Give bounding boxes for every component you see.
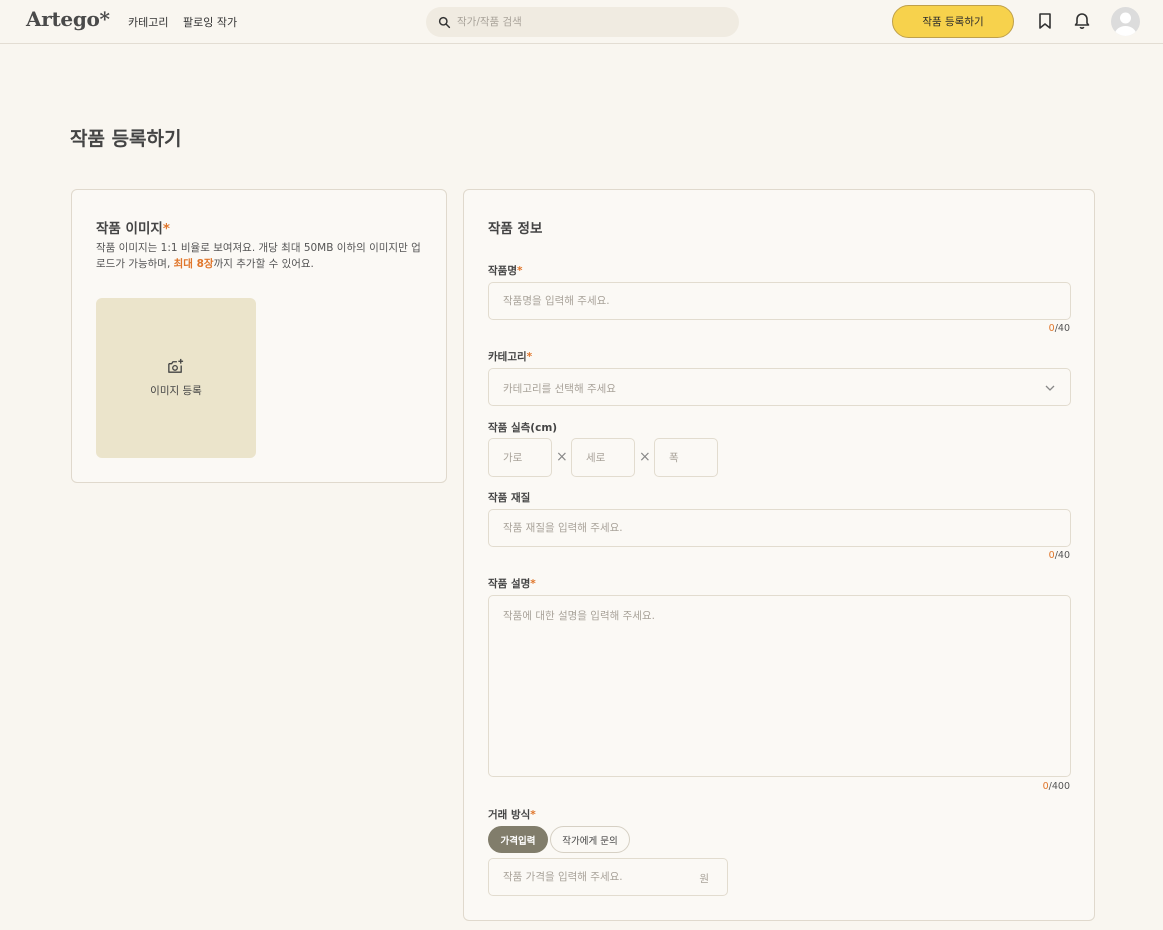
- description-label: 작품 설명*: [488, 576, 536, 591]
- add-photo-icon: [168, 358, 184, 373]
- name-input[interactable]: [489, 283, 1070, 319]
- image-title-text: 작품 이미지: [96, 221, 163, 237]
- category-label: 카테고리*: [488, 349, 532, 364]
- required-mark: *: [530, 809, 536, 821]
- material-field[interactable]: [488, 509, 1071, 547]
- name-counter: 0/40: [1049, 323, 1070, 334]
- required-mark: *: [526, 351, 533, 363]
- material-counter: 0/40: [1049, 550, 1070, 561]
- bookmark-icon[interactable]: [1035, 11, 1055, 31]
- desc-highlight: 최대 8장: [173, 258, 214, 270]
- description-counter: 0/400: [1043, 781, 1070, 792]
- user-icon: [1114, 12, 1137, 36]
- search-icon: [438, 16, 451, 28]
- category-placeholder: 카테고리를 선택해 주세요: [503, 383, 616, 395]
- avatar[interactable]: [1111, 7, 1140, 36]
- required-mark: *: [516, 265, 523, 277]
- nav-following-artists[interactable]: 팔로잉 작가: [183, 14, 237, 30]
- times-sign: ×: [556, 449, 568, 465]
- name-label-text: 작품명: [488, 265, 517, 277]
- depth-field[interactable]: [654, 438, 718, 477]
- bell-icon[interactable]: [1072, 11, 1092, 31]
- upload-label: 이미지 등록: [150, 385, 202, 397]
- required-mark: *: [162, 221, 170, 237]
- description-field[interactable]: [488, 595, 1071, 777]
- height-input[interactable]: [572, 439, 634, 476]
- image-description: 작품 이미지는 1:1 비율로 보여져요. 개당 최대 50MB 이하의 이미지…: [96, 240, 428, 272]
- image-upload-button[interactable]: 이미지 등록: [96, 298, 256, 458]
- width-field[interactable]: [488, 438, 552, 477]
- size-label: 작품 실측(cm): [488, 422, 558, 434]
- search-input[interactable]: [457, 16, 717, 28]
- trade-label: 거래 방식*: [488, 807, 536, 822]
- nav-category[interactable]: 카테고리: [128, 14, 168, 30]
- price-input[interactable]: [489, 859, 679, 895]
- currency-unit: 원: [699, 873, 709, 885]
- height-field[interactable]: [571, 438, 635, 477]
- trade-option-price[interactable]: 가격입력: [488, 826, 548, 853]
- material-max: /40: [1054, 550, 1070, 561]
- required-mark: *: [530, 578, 536, 590]
- name-max: /40: [1054, 323, 1070, 334]
- material-input[interactable]: [489, 510, 1070, 546]
- page-title: 작품 등록하기: [70, 128, 182, 150]
- price-field[interactable]: 원: [488, 858, 728, 896]
- width-input[interactable]: [489, 439, 551, 476]
- description-max: /400: [1048, 781, 1070, 792]
- info-section-title: 작품 정보: [488, 221, 543, 237]
- image-section-title: 작품 이미지*: [96, 217, 170, 237]
- trade-label-text: 거래 방식: [488, 809, 531, 821]
- category-select[interactable]: 카테고리를 선택해 주세요: [488, 368, 1071, 406]
- logo[interactable]: Artego*: [26, 7, 110, 31]
- desc-text-end: 까지 추가할 수 있어요.: [213, 258, 314, 270]
- info-card: 작품 정보 작품명* 0/40 카테고리* 카테고리를 선택해 주세요 작품 실…: [463, 189, 1095, 921]
- search-bar[interactable]: [426, 7, 739, 37]
- times-sign: ×: [639, 449, 651, 465]
- material-label: 작품 재질: [488, 492, 531, 504]
- image-card: 작품 이미지* 작품 이미지는 1:1 비율로 보여져요. 개당 최대 50MB…: [71, 189, 447, 483]
- trade-option-inquiry[interactable]: 작가에게 문의: [550, 826, 630, 853]
- chevron-down-icon: [1045, 385, 1055, 391]
- register-artwork-button[interactable]: 작품 등록하기: [892, 5, 1014, 38]
- top-header: Artego* 카테고리 팔로잉 작가 작품 등록하기: [0, 0, 1163, 44]
- depth-input[interactable]: [655, 439, 717, 476]
- description-label-text: 작품 설명: [488, 578, 531, 590]
- category-label-text: 카테고리: [488, 351, 527, 363]
- name-field[interactable]: [488, 282, 1071, 320]
- description-textarea[interactable]: [489, 596, 1070, 776]
- name-label: 작품명*: [488, 263, 522, 278]
